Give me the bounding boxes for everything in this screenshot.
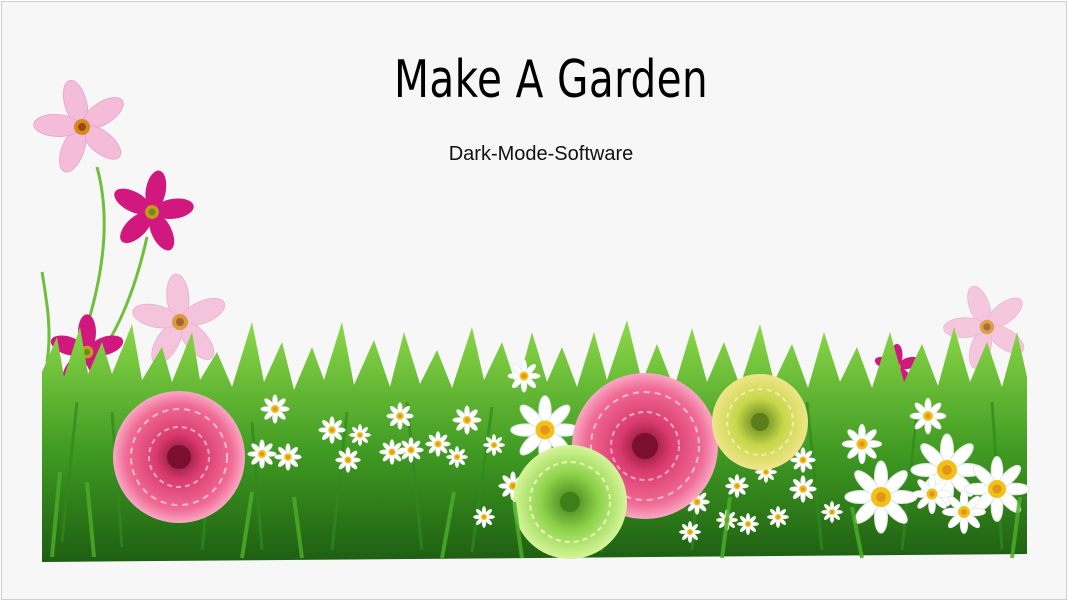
cosmos-flower-magenta <box>102 163 202 259</box>
slide-title: Make A Garden <box>393 50 709 110</box>
slide-subtitle: Dark-Mode-Software <box>448 143 634 165</box>
green-dahlia <box>513 445 627 559</box>
pink-dahlia-left <box>113 391 245 523</box>
presentation-slide: Make A Garden Dark-Mode-Software <box>1 1 1067 600</box>
yellow-dahlia <box>712 374 808 470</box>
